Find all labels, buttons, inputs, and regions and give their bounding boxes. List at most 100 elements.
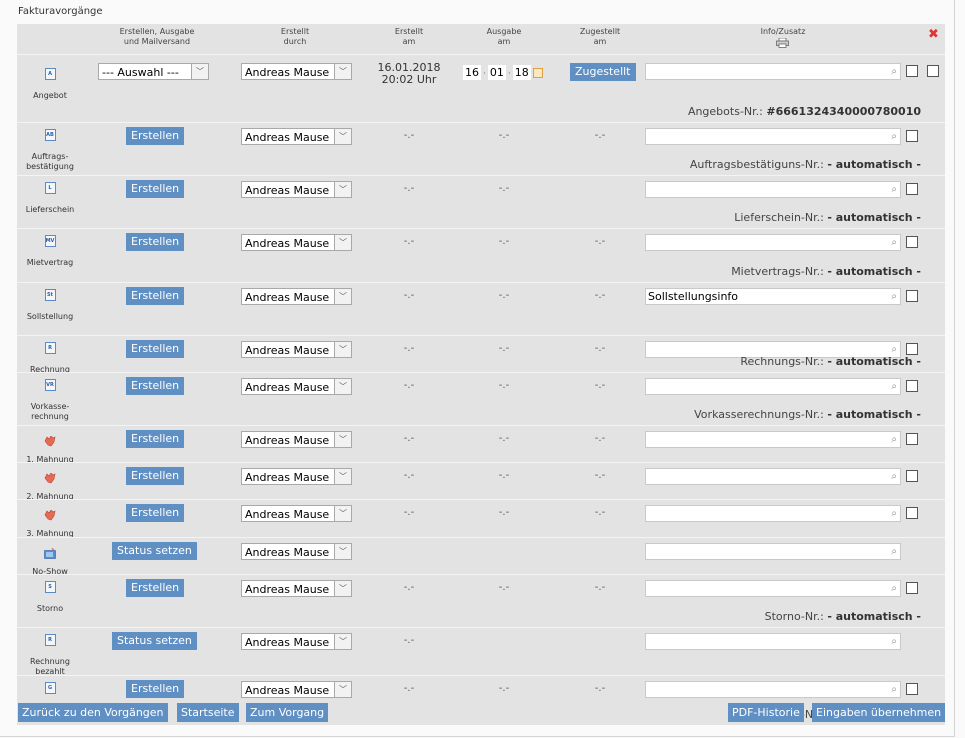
row-checkbox[interactable] bbox=[906, 236, 918, 248]
hand-icon bbox=[44, 473, 56, 484]
close-icon[interactable]: ✖ bbox=[928, 28, 939, 41]
row-checkbox[interactable] bbox=[906, 65, 918, 77]
info-input[interactable]: ⌕ bbox=[645, 633, 901, 650]
info-input[interactable]: ⌕ bbox=[645, 543, 901, 560]
start-page-button[interactable]: Startseite bbox=[177, 703, 239, 722]
info-input[interactable]: ⌕ bbox=[645, 378, 901, 395]
set-status-button[interactable]: Status setzen bbox=[112, 632, 197, 650]
created-by-select[interactable]: Andreas Mause ﹀ bbox=[241, 378, 352, 395]
month-field[interactable]: 01 bbox=[487, 65, 506, 80]
search-icon[interactable]: ⌕ bbox=[891, 634, 897, 649]
created-at: 16.01.2018 20:02 Uhr bbox=[377, 61, 441, 86]
created-at: -.- bbox=[403, 130, 415, 141]
created-by-select[interactable]: Andreas Mause ﹀ bbox=[241, 580, 352, 597]
created-by-select[interactable]: Andreas Mause ﹀ bbox=[241, 128, 352, 145]
created-by-select[interactable]: Andreas Mause ﹀ bbox=[241, 431, 352, 448]
row-checkbox[interactable] bbox=[906, 130, 918, 142]
issued-at: -.- bbox=[498, 470, 510, 481]
search-icon[interactable]: ⌕ bbox=[891, 289, 897, 304]
create-button[interactable]: Erstellen bbox=[126, 233, 185, 251]
info-input[interactable]: ⌕ bbox=[645, 181, 901, 198]
row-checkbox[interactable] bbox=[906, 183, 918, 195]
row-checkbox[interactable] bbox=[906, 470, 918, 482]
created-by-select[interactable]: Andreas Mause ﹀ bbox=[241, 288, 352, 305]
row-checkbox-extra[interactable] bbox=[927, 65, 939, 77]
create-button[interactable]: Erstellen bbox=[126, 579, 185, 597]
row-checkbox[interactable] bbox=[906, 290, 918, 302]
created-by-select[interactable]: Andreas Mause ﹀ bbox=[241, 341, 352, 358]
chevron-down-icon: ﹀ bbox=[334, 469, 351, 484]
row-type: 2. Mahnung bbox=[17, 469, 83, 502]
info-input[interactable]: ⌕ bbox=[645, 128, 901, 145]
action-select[interactable]: --- Auswahl --- ﹀ bbox=[98, 63, 209, 80]
create-button[interactable]: Erstellen bbox=[126, 680, 185, 698]
search-icon[interactable]: ⌕ bbox=[891, 379, 897, 394]
row-checkbox[interactable] bbox=[906, 507, 918, 519]
created-by-select[interactable]: Andreas Mause ﹀ bbox=[241, 234, 352, 251]
document-icon: MV bbox=[44, 235, 56, 247]
created-at: -.- bbox=[403, 183, 415, 194]
create-button[interactable]: Erstellen bbox=[126, 287, 185, 305]
row-checkbox[interactable] bbox=[906, 582, 918, 594]
search-icon[interactable]: ⌕ bbox=[891, 682, 897, 697]
delivered-button[interactable]: Zugestellt bbox=[570, 63, 636, 81]
day-field[interactable]: 16 bbox=[463, 65, 481, 80]
create-button[interactable]: Erstellen bbox=[126, 180, 185, 198]
row-checkbox[interactable] bbox=[906, 683, 918, 695]
document-number: Auftragsbestätiguns-Nr.: - automatisch - bbox=[689, 158, 921, 171]
row-type: No-Show bbox=[17, 544, 83, 577]
search-icon[interactable]: ⌕ bbox=[891, 64, 897, 79]
search-icon[interactable]: ⌕ bbox=[891, 182, 897, 197]
row-checkbox[interactable] bbox=[906, 380, 918, 392]
created-by-select[interactable]: Andreas Mause ﹀ bbox=[241, 681, 352, 698]
info-input[interactable]: ⌕ bbox=[645, 431, 901, 448]
search-icon[interactable]: ⌕ bbox=[891, 469, 897, 484]
document-icon: S bbox=[44, 581, 56, 593]
back-to-processes-button[interactable]: Zurück zu den Vorgängen bbox=[18, 703, 168, 722]
info-input[interactable]: ⌕ bbox=[645, 63, 901, 80]
printer-icon[interactable] bbox=[776, 38, 789, 48]
search-icon[interactable]: ⌕ bbox=[891, 506, 897, 521]
created-by-select[interactable]: Andreas Mause ﹀ bbox=[241, 543, 352, 560]
info-input[interactable]: ⌕ bbox=[645, 681, 901, 698]
created-by-select[interactable]: Andreas Mause ﹀ bbox=[241, 468, 352, 485]
info-input[interactable]: ⌕ bbox=[645, 234, 901, 251]
row-label: Angebot bbox=[33, 91, 67, 100]
search-icon[interactable]: ⌕ bbox=[891, 432, 897, 447]
apply-inputs-button[interactable]: Eingaben übernehmen bbox=[812, 703, 946, 722]
delivered-at: -.- bbox=[594, 130, 606, 141]
create-button[interactable]: Erstellen bbox=[126, 504, 185, 522]
info-input[interactable]: ⌕ bbox=[645, 580, 901, 597]
created-by-select[interactable]: Andreas Mause ﹀ bbox=[241, 63, 352, 80]
info-input[interactable]: Sollstellungsinfo ⌕ bbox=[645, 288, 901, 305]
info-input[interactable]: ⌕ bbox=[645, 505, 901, 522]
create-button[interactable]: Erstellen bbox=[126, 377, 185, 395]
to-process-button[interactable]: Zum Vorgang bbox=[246, 703, 329, 722]
created-by-select[interactable]: Andreas Mause ﹀ bbox=[241, 505, 352, 522]
created-by-select[interactable]: Andreas Mause ﹀ bbox=[241, 181, 352, 198]
created-at: -.- bbox=[403, 635, 415, 646]
create-button[interactable]: Erstellen bbox=[126, 340, 185, 358]
col-created-by-header: Erstellt durch bbox=[280, 27, 310, 46]
create-button[interactable]: Erstellen bbox=[126, 467, 185, 485]
issued-date[interactable]: 16 · 01 · 18 bbox=[463, 65, 543, 80]
row-type: L Lieferschein bbox=[17, 182, 83, 215]
set-status-button[interactable]: Status setzen bbox=[112, 542, 197, 560]
info-input[interactable]: ⌕ bbox=[645, 468, 901, 485]
created-by-select[interactable]: Andreas Mause ﹀ bbox=[241, 633, 352, 650]
hand-icon bbox=[44, 436, 56, 447]
pdf-history-button[interactable]: PDF-Historie bbox=[728, 703, 804, 722]
search-icon[interactable]: ⌕ bbox=[891, 129, 897, 144]
document-number: Lieferschein-Nr.: - automatisch - bbox=[734, 211, 921, 224]
row-checkbox[interactable] bbox=[906, 433, 918, 445]
issued-at: -.- bbox=[498, 130, 510, 141]
search-icon[interactable]: ⌕ bbox=[891, 235, 897, 250]
create-button[interactable]: Erstellen bbox=[126, 430, 185, 448]
year-field[interactable]: 18 bbox=[512, 65, 531, 80]
row-checkbox[interactable] bbox=[906, 343, 918, 355]
table-row-m1: 1. Mahnung Erstellen Andreas Mause ﹀ -.- -.- -… bbox=[17, 425, 945, 464]
search-icon[interactable]: ⌕ bbox=[891, 544, 897, 559]
calendar-icon[interactable] bbox=[532, 68, 543, 78]
search-icon[interactable]: ⌕ bbox=[891, 581, 897, 596]
create-button[interactable]: Erstellen bbox=[126, 127, 185, 145]
